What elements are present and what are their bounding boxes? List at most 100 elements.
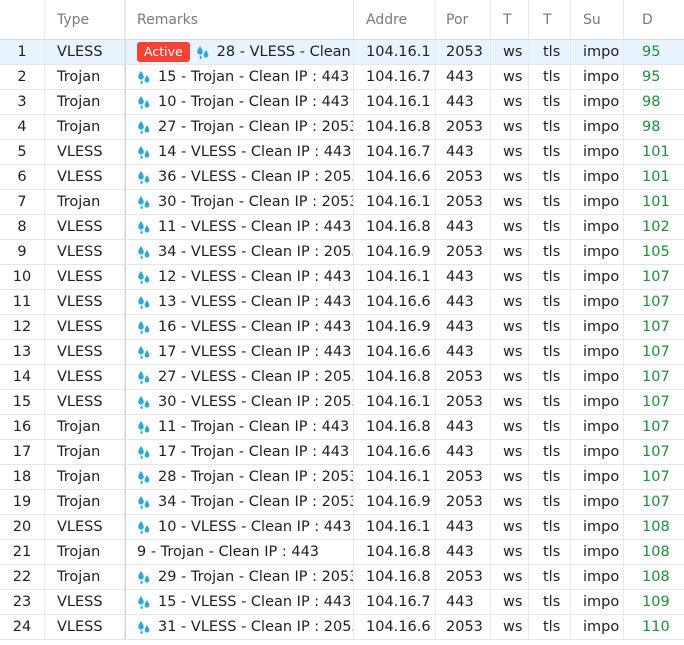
row-subscription: impo (571, 140, 624, 164)
table-row[interactable]: 17 Trojan 17 - Trojan - Clean IP : 443 104.… (0, 440, 684, 465)
table-row[interactable]: 2 Trojan 15 - Trojan - Clean IP : 443 104.1… (0, 65, 684, 90)
row-address: 104.16.6 (354, 165, 436, 189)
row-index: 4 (0, 115, 45, 139)
header-subscription[interactable]: Su (571, 0, 624, 39)
table-row[interactable]: 14 VLESS 27 - VLESS - Clean IP : 2053 104.1… (0, 365, 684, 390)
row-delay: 108 (642, 569, 670, 585)
header-remarks[interactable]: Remarks (125, 0, 354, 39)
row-index: 5 (0, 140, 45, 164)
table-row[interactable]: 8 VLESS 11 - VLESS - Clean IP : 443 104.16.… (0, 215, 684, 240)
table-row[interactable]: 22 Trojan 29 - Trojan - Clean IP : 2053 104… (0, 565, 684, 590)
table-row[interactable]: 5 VLESS 14 - VLESS - Clean IP : 443 104.16.… (0, 140, 684, 165)
row-tls: tls (529, 540, 571, 564)
row-transport: ws (491, 115, 529, 139)
table-row[interactable]: 3 Trojan 10 - Trojan - Clean IP : 443 104.1… (0, 90, 684, 115)
row-transport: ws (491, 215, 529, 239)
row-index: 18 (0, 465, 45, 489)
row-remarks: 12 - VLESS - Clean IP : 443 (125, 265, 354, 289)
water-drops-icon (137, 70, 151, 84)
table-row[interactable]: 4 Trojan 27 - Trojan - Clean IP : 2053 104.… (0, 115, 684, 140)
table-row[interactable]: 12 VLESS 16 - VLESS - Clean IP : 443 104.16… (0, 315, 684, 340)
row-transport: ws (491, 365, 529, 389)
row-delay: 98 (642, 94, 661, 110)
row-type: Trojan (45, 115, 125, 139)
row-transport: ws (491, 490, 529, 514)
row-type: VLESS (45, 215, 125, 239)
water-drops-icon (137, 570, 151, 584)
row-delay: 108 (642, 519, 670, 535)
row-tls: tls (529, 390, 571, 414)
table-row[interactable]: 6 VLESS 36 - VLESS - Clean IP : 2053 104.16… (0, 165, 684, 190)
row-transport: ws (491, 265, 529, 289)
row-delay: 109 (642, 594, 670, 610)
row-remarks-text: 10 - Trojan - Clean IP : 443 (158, 94, 350, 110)
row-remarks-text: 17 - VLESS - Clean IP : 443 (158, 344, 352, 360)
water-drops-icon (137, 320, 151, 334)
row-address: 104.16.1 (354, 390, 436, 414)
row-remarks-text: 13 - VLESS - Clean IP : 443 (158, 294, 352, 310)
row-remarks-text: 14 - VLESS - Clean IP : 443 (158, 144, 352, 160)
row-type: Trojan (45, 65, 125, 89)
row-remarks: 16 - VLESS - Clean IP : 443 (125, 315, 354, 339)
row-port: 2053 (436, 390, 491, 414)
row-subscription: impo (571, 365, 624, 389)
row-remarks-text: 36 - VLESS - Clean IP : 2053 (158, 169, 354, 185)
row-delay: 107 (642, 419, 670, 435)
header-delay[interactable]: D (624, 0, 684, 39)
row-index: 11 (0, 290, 45, 314)
row-port: 443 (436, 215, 491, 239)
row-delay: 105 (642, 244, 670, 260)
table-row[interactable]: 18 Trojan 28 - Trojan - Clean IP : 2053 104… (0, 465, 684, 490)
row-subscription: impo (571, 340, 624, 364)
row-address: 104.16.9 (354, 315, 436, 339)
row-tls: tls (529, 190, 571, 214)
row-transport: ws (491, 40, 529, 64)
water-drops-icon (137, 445, 151, 459)
row-port: 2053 (436, 365, 491, 389)
table-row[interactable]: 19 Trojan 34 - Trojan - Clean IP : 2053 104… (0, 490, 684, 515)
table-row[interactable]: 9 VLESS 34 - VLESS - Clean IP : 2053 104.16… (0, 240, 684, 265)
row-remarks-text: 12 - VLESS - Clean IP : 443 (158, 269, 352, 285)
water-drops-icon (137, 345, 151, 359)
row-delay: 98 (642, 119, 661, 135)
row-index: 15 (0, 390, 45, 414)
row-subscription: impo (571, 65, 624, 89)
row-remarks-text: 15 - VLESS - Clean IP : 443 (158, 594, 352, 610)
row-remarks-text: 11 - VLESS - Clean IP : 443 (158, 219, 352, 235)
table-row[interactable]: 24 VLESS 31 - VLESS - Clean IP : 2053 104.1… (0, 615, 684, 640)
row-tls: tls (529, 590, 571, 614)
header-port[interactable]: Por (436, 0, 491, 39)
table-row[interactable]: 23 VLESS 15 - VLESS - Clean IP : 443 104.16… (0, 590, 684, 615)
header-address[interactable]: Addre (354, 0, 436, 39)
table-row[interactable]: 1VLESS Active 28 - VLESS - Clean IP : 2053… (0, 40, 684, 65)
row-port: 443 (436, 65, 491, 89)
row-remarks: 10 - Trojan - Clean IP : 443 (125, 90, 354, 114)
header-transport[interactable]: T (491, 0, 529, 39)
table-row[interactable]: 11 VLESS 13 - VLESS - Clean IP : 443 104.16… (0, 290, 684, 315)
row-address: 104.16.6 (354, 615, 436, 639)
row-remarks: 11 - Trojan - Clean IP : 443 (125, 415, 354, 439)
table-row[interactable]: 20 VLESS 10 - VLESS - Clean IP : 443 104.16… (0, 515, 684, 540)
table-row[interactable]: 10 VLESS 12 - VLESS - Clean IP : 443 104.16… (0, 265, 684, 290)
header-tls[interactable]: T (529, 0, 571, 39)
row-remarks: 17 - Trojan - Clean IP : 443 (125, 440, 354, 464)
header-type[interactable]: Type (45, 0, 125, 39)
row-subscription: impo (571, 215, 624, 239)
table-row[interactable]: 16 Trojan 11 - Trojan - Clean IP : 443 104.… (0, 415, 684, 440)
table-row[interactable]: 21 Trojan 9 - Trojan - Clean IP : 443 104.1… (0, 540, 684, 565)
row-subscription: impo (571, 540, 624, 564)
row-tls: tls (529, 565, 571, 589)
row-address: 104.16.7 (354, 590, 436, 614)
row-type: VLESS (45, 365, 125, 389)
water-drops-icon (137, 170, 151, 184)
row-delay: 107 (642, 294, 670, 310)
table-row[interactable]: 15 VLESS 30 - VLESS - Clean IP : 2053 104.1… (0, 390, 684, 415)
row-remarks-text: 34 - Trojan - Clean IP : 2053 (158, 494, 354, 510)
table-row[interactable]: 7 Trojan 30 - Trojan - Clean IP : 2053 104.… (0, 190, 684, 215)
row-remarks: 27 - VLESS - Clean IP : 2053 (125, 365, 354, 389)
row-remarks: 14 - VLESS - Clean IP : 443 (125, 140, 354, 164)
row-address: 104.16.1 (354, 190, 436, 214)
table-row[interactable]: 13 VLESS 17 - VLESS - Clean IP : 443 104.16… (0, 340, 684, 365)
row-transport: ws (491, 340, 529, 364)
row-tls: tls (529, 65, 571, 89)
